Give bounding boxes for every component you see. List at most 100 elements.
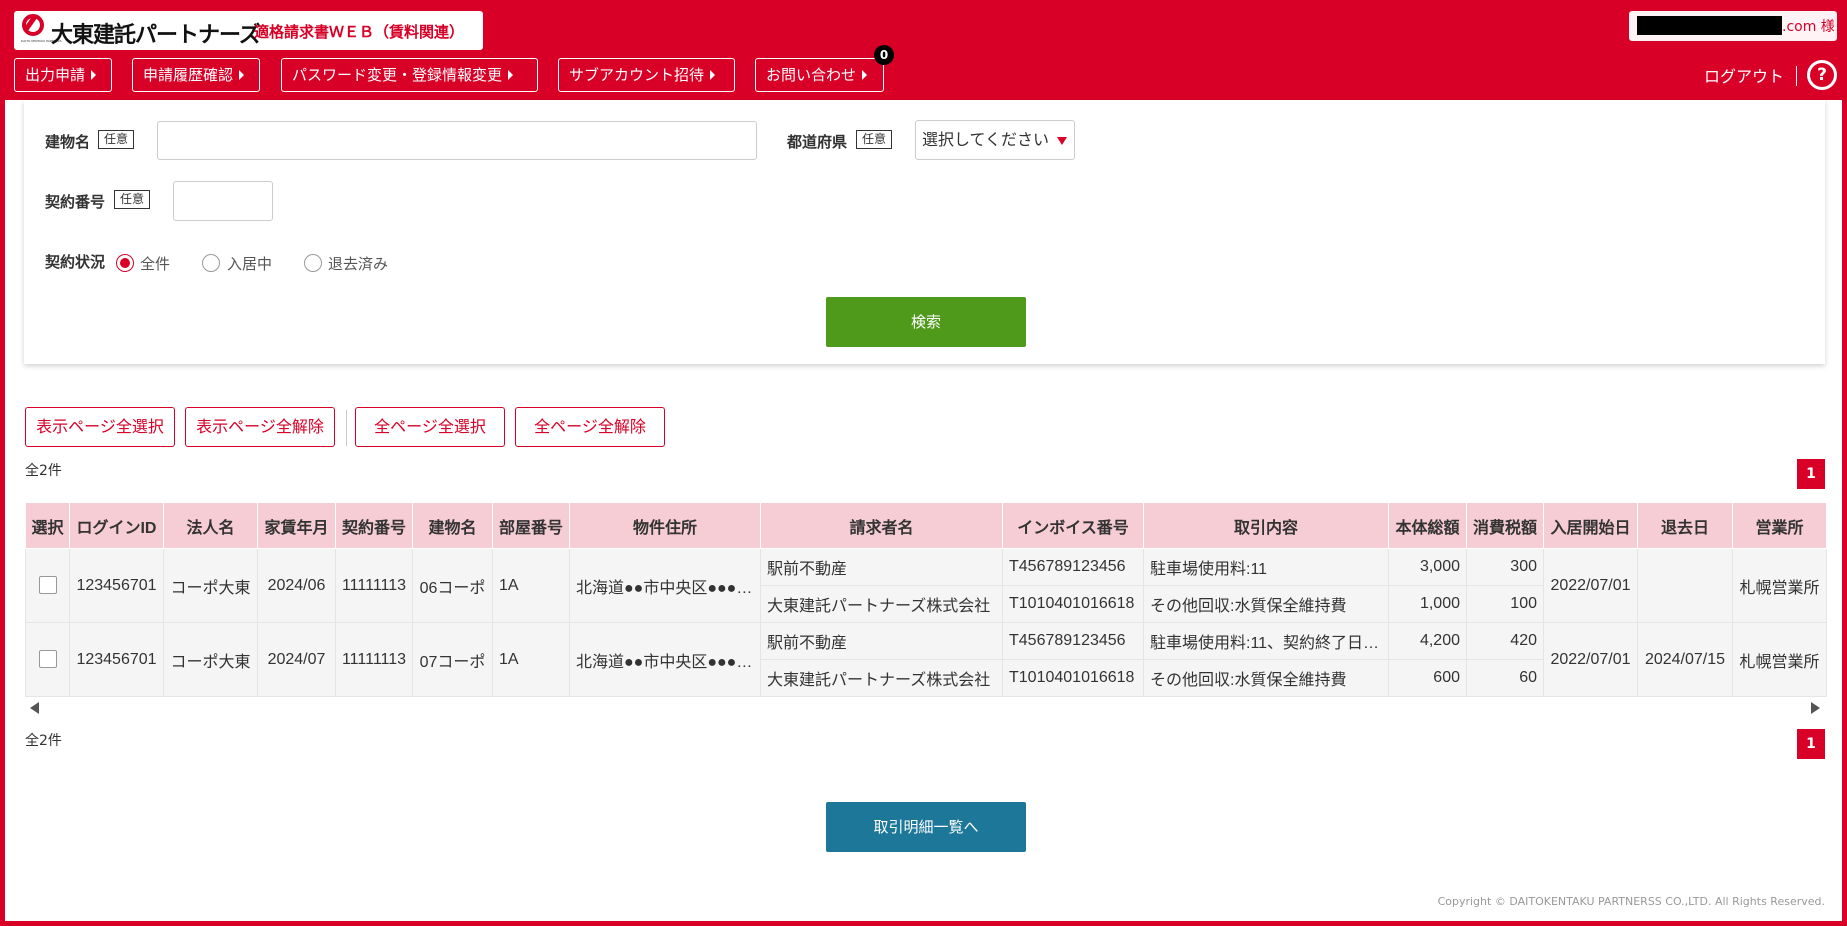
search-button[interactable]: 検索 [826,297,1026,347]
user-email-redacted [1637,16,1782,35]
column-header: 営業所 [1732,502,1827,549]
transaction-content-cell: 駐車場使用料:11、契約終了日… [1143,622,1389,660]
logo-banner[interactable]: DAITO KENTAKU PARTNERS 大東建託パートナーズ 適格請求書Ｗ… [14,11,483,50]
table-row: 123456701 コーポ大東 2024/07 11111113 07コーポ 1… [25,622,1827,697]
scroll-right-arrow-icon[interactable] [1811,702,1820,714]
contract-status-label: 契約状況 [45,253,106,271]
invoice-number-cell: T1010401016618 [1002,585,1144,623]
building-input[interactable] [157,121,757,160]
optional-tag: 任意 [114,190,151,209]
transaction-content-cell: その他回収:水質保全維持費 [1143,585,1389,623]
biller-cell: 駅前不動産 [760,622,1003,660]
column-header: 建物名 [412,502,493,549]
caret-right-icon [710,69,716,80]
deselect-all-pages-button[interactable]: 全ページ全解除 [515,407,665,447]
nav-label: お問い合わせ [766,66,857,84]
brand-logo-icon [22,14,44,36]
copyright-text: Copyright © DAITOKENTAKU PARTNERSS CO.,L… [1437,895,1825,908]
prefecture-select-value: 選択してください [922,130,1050,149]
pagination-page-bottom[interactable]: 1 [1797,729,1825,759]
column-header: 本体総額 [1388,502,1467,549]
nav-subaccount-invite[interactable]: サブアカウント招待 [558,58,735,92]
nav-request-history[interactable]: 申請履歴確認 [132,58,260,92]
biller-cell: 駅前不動産 [760,548,1003,586]
inquiry-count-badge: 0 [874,45,894,65]
amount-cell: 600 [1388,659,1467,697]
results-table: 選択 ログインID 法人名 家賃年月 契約番号 建物名 部屋番号 物件住所 請求… [25,502,1827,697]
column-header: インボイス番号 [1002,502,1144,549]
nav-output-request[interactable]: 出力申請 [14,58,112,92]
column-header: 消費税額 [1466,502,1544,549]
logout-link[interactable]: ログアウト [1704,63,1784,87]
column-header: 法人名 [163,502,258,549]
status-radio-all[interactable] [116,254,134,272]
amount-cell: 3,000 [1388,548,1467,586]
caret-right-icon [91,69,97,80]
move-out-date-cell: 2024/07/15 [1637,622,1733,697]
caret-right-icon [508,69,514,80]
column-header: 請求者名 [760,502,1003,549]
column-header: 退去日 [1637,502,1733,549]
result-count-bottom: 全2件 [25,733,62,749]
nav-password-change[interactable]: パスワード変更・登録情報変更 [281,58,538,92]
amount-cell: 1,000 [1388,585,1467,623]
contract-number-cell: 11111113 [335,548,413,623]
transaction-content-cell: 駐車場使用料:11 [1143,548,1389,586]
status-radio-label: 全件 [140,255,171,273]
building-label: 建物名 [45,133,91,151]
office-cell: 札幌営業所 [1732,622,1827,697]
contract-number-input[interactable] [173,181,273,221]
company-cell: コーポ大東 [163,548,258,623]
column-header: 選択 [25,502,70,549]
rent-month-cell: 2024/06 [257,548,336,623]
nav-inquiry[interactable]: お問い合わせ [755,58,884,92]
prefecture-label: 都道府県 [787,133,848,151]
address-cell: 北海道●●市中央区●●●… [569,548,761,623]
prefecture-select[interactable]: 選択してください [915,120,1075,160]
table-header-row: 選択 ログインID 法人名 家賃年月 契約番号 建物名 部屋番号 物件住所 請求… [25,502,1827,549]
transaction-content-cell: その他回収:水質保全維持費 [1143,659,1389,697]
status-radio-label: 退去済み [328,255,389,273]
row-checkbox[interactable] [38,576,57,595]
nav-label: 申請履歴確認 [143,66,234,84]
select-cell [25,548,70,623]
divider [1796,66,1797,86]
caret-right-icon [239,69,245,80]
building-cell: 06コーポ [412,548,493,623]
optional-tag: 任意 [856,130,893,149]
header-bar: DAITO KENTAKU PARTNERS 大東建託パートナーズ 適格請求書Ｗ… [0,0,1847,100]
table-row: 123456701 コーポ大東 2024/06 11111113 06コーポ 1… [25,548,1827,623]
row-checkbox[interactable] [38,650,57,669]
dropdown-caret-icon [1057,137,1067,145]
invoice-number-cell: T1010401016618 [1002,659,1144,697]
pagination-page[interactable]: 1 [1797,459,1825,489]
help-button[interactable]: ? [1807,60,1837,90]
address-cell: 北海道●●市中央区●●●… [569,622,761,697]
amount-cell: 4,200 [1388,622,1467,660]
column-header: 取引内容 [1143,502,1389,549]
nav-label: パスワード変更・登録情報変更 [292,66,503,84]
tax-cell: 420 [1466,622,1544,660]
select-all-pages-button[interactable]: 全ページ全選択 [355,407,505,447]
scroll-left-arrow-icon[interactable] [30,702,39,714]
select-page-all-button[interactable]: 表示ページ全選択 [25,407,175,447]
status-radio-occupied[interactable] [202,254,220,272]
contract-number-label: 契約番号 [45,193,106,211]
status-radio-moved-out[interactable] [304,254,322,272]
office-cell: 札幌営業所 [1732,548,1827,623]
column-header: 入居開始日 [1543,502,1638,549]
transaction-list-button[interactable]: 取引明細一覧へ [826,802,1026,852]
nav-label: 出力申請 [25,66,86,84]
select-cell [25,622,70,697]
user-account: .com 様 [1629,11,1837,41]
move-in-date-cell: 2022/07/01 [1543,548,1638,623]
column-header: 契約番号 [335,502,413,549]
deselect-page-all-button[interactable]: 表示ページ全解除 [185,407,335,447]
company-cell: コーポ大東 [163,622,258,697]
move-in-date-cell: 2022/07/01 [1543,622,1638,697]
move-out-date-cell [1637,548,1733,623]
caret-right-icon [862,69,868,80]
optional-tag: 任意 [98,130,135,149]
column-header: ログインID [69,502,164,549]
biller-cell: 大東建託パートナーズ株式会社 [760,585,1003,623]
